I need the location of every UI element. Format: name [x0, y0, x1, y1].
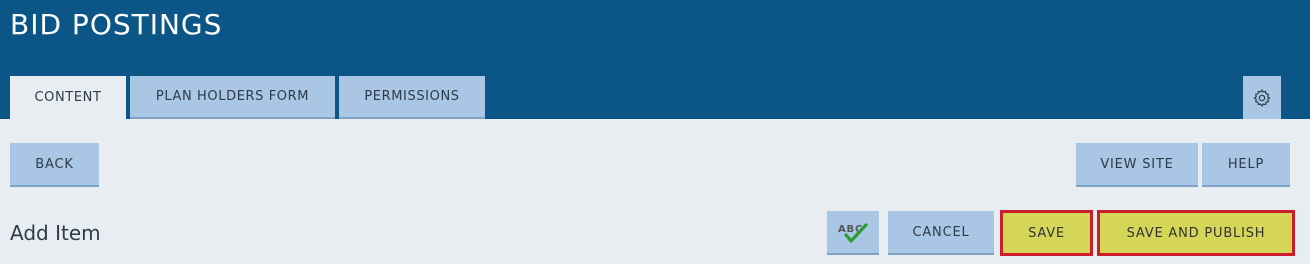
back-button[interactable]: BACK [10, 143, 99, 187]
help-label: HELP [1227, 156, 1265, 172]
tab-label: PERMISSIONS [364, 89, 460, 104]
save-and-publish-label: SAVE AND PUBLISH [1126, 225, 1266, 241]
tab-label: PLAN HOLDERS FORM [155, 89, 310, 104]
cancel-button[interactable]: CANCEL [888, 211, 994, 255]
save-and-publish-button[interactable]: SAVE AND PUBLISH [1097, 210, 1295, 256]
help-button[interactable]: HELP [1202, 143, 1290, 187]
cancel-label: CANCEL [912, 224, 970, 240]
back-label: BACK [35, 156, 74, 172]
tab-plan-holders-form[interactable]: PLAN HOLDERS FORM [130, 76, 335, 119]
tab-label: CONTENT [34, 90, 102, 105]
view-site-label: VIEW SITE [1100, 156, 1174, 172]
tab-content[interactable]: CONTENT [10, 76, 126, 119]
view-site-button[interactable]: VIEW SITE [1076, 143, 1198, 187]
header-bar: BID POSTINGS CONTENT PLAN HOLDERS FORM P… [0, 0, 1310, 119]
page-title: BID POSTINGS [10, 8, 223, 41]
tab-permissions[interactable]: PERMISSIONS [339, 76, 485, 119]
spellcheck-abc-icon: ABC [838, 223, 868, 243]
spellcheck-button[interactable]: ABC [827, 211, 879, 255]
settings-button[interactable] [1243, 76, 1281, 119]
gear-icon [1253, 88, 1271, 107]
form-heading: Add Item [10, 221, 101, 245]
save-label: SAVE [1028, 225, 1065, 241]
save-button[interactable]: SAVE [1000, 210, 1093, 256]
